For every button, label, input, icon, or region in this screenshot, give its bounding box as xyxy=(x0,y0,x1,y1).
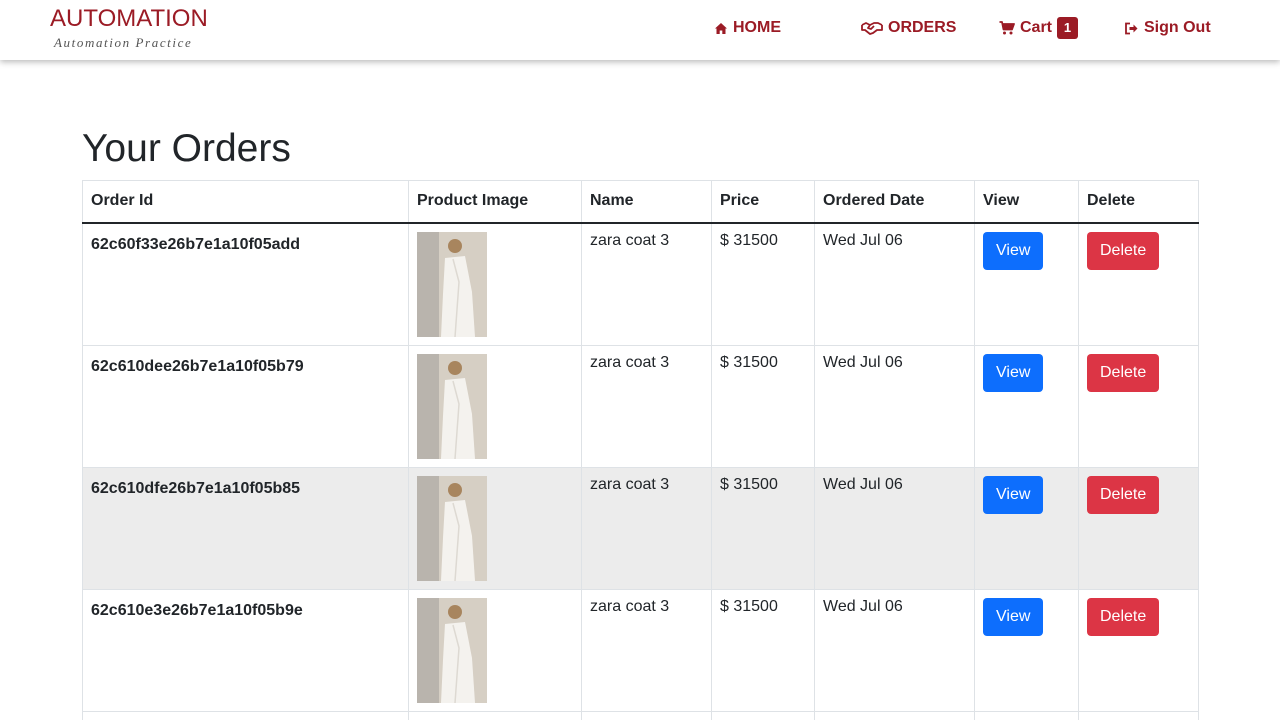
product-image-cell xyxy=(408,588,582,712)
cart-icon xyxy=(999,21,1015,35)
orders-table: Order Id Product Image Name Price Ordere… xyxy=(82,180,1199,720)
ordered-date-cell xyxy=(814,710,975,720)
delete-cell: Delete xyxy=(1078,344,1199,468)
product-image-cell xyxy=(408,466,582,590)
product-image xyxy=(417,475,487,581)
delete-button[interactable]: Delete xyxy=(1087,353,1160,392)
product-name-cell xyxy=(581,710,712,720)
ordered-date-cell: Wed Jul 06 xyxy=(814,466,975,590)
brand-title: AUTOMATION xyxy=(50,5,208,32)
header-name: Name xyxy=(581,180,712,224)
sign-out-icon xyxy=(1125,22,1138,34)
ordered-date-cell: Wed Jul 06 xyxy=(814,222,975,346)
order-id-cell: 62c610e3e26b7e1a10f05b9e xyxy=(82,588,409,712)
table-row: 62c610dfe26b7e1a10f05b85 zara coat 3 $ 3… xyxy=(82,466,1199,590)
product-image-cell xyxy=(408,222,582,346)
product-image xyxy=(417,597,487,703)
header-delete: Delete xyxy=(1078,180,1199,224)
table-row: 62c60f33e26b7e1a10f05add zara coat 3 $ 3… xyxy=(82,222,1199,346)
price-cell: $ 31500 xyxy=(711,466,815,590)
delete-cell: Delete xyxy=(1078,588,1199,712)
nav-home-label: HOME xyxy=(733,19,781,36)
ordered-date-cell: Wed Jul 06 xyxy=(814,344,975,468)
product-image-cell xyxy=(408,710,582,720)
view-cell: View xyxy=(974,222,1079,346)
product-image xyxy=(417,231,487,337)
price-cell: $ 31500 xyxy=(711,588,815,712)
view-cell xyxy=(974,710,1079,720)
delete-cell: Delete xyxy=(1078,222,1199,346)
product-name-cell: zara coat 3 xyxy=(581,588,712,712)
order-id-cell: 62c60f33e26b7e1a10f05add xyxy=(82,222,409,346)
header-ordered-date: Ordered Date xyxy=(814,180,975,224)
header-view: View xyxy=(974,180,1079,224)
navbar: AUTOMATION Automation Practice HOME ORDE… xyxy=(0,0,1280,60)
home-icon xyxy=(715,22,727,34)
nav-orders-link[interactable]: ORDERS xyxy=(861,17,956,39)
delete-cell xyxy=(1078,710,1199,720)
view-button[interactable]: View xyxy=(983,597,1044,636)
order-id-cell xyxy=(82,710,409,720)
brand-logo[interactable]: AUTOMATION Automation Practice xyxy=(50,6,208,51)
ordered-date-cell: Wed Jul 06 xyxy=(814,588,975,712)
nav-cart-link[interactable]: Cart 1 xyxy=(999,17,1079,39)
header-product-image: Product Image xyxy=(408,180,582,224)
handshake-icon xyxy=(861,22,883,35)
header-order-id: Order Id xyxy=(82,180,409,224)
nav-signout-label: Sign Out xyxy=(1144,19,1211,36)
view-cell: View xyxy=(974,344,1079,468)
delete-cell: Delete xyxy=(1078,466,1199,590)
table-row-partial xyxy=(82,710,1199,720)
price-cell: $ 31500 xyxy=(711,344,815,468)
view-button[interactable]: View xyxy=(983,353,1044,392)
table-row: 62c610e3e26b7e1a10f05b9e zara coat 3 $ 3… xyxy=(82,588,1199,712)
page-title: Your Orders xyxy=(82,127,291,170)
product-name-cell: zara coat 3 xyxy=(581,344,712,468)
price-cell: $ 31500 xyxy=(711,222,815,346)
view-cell: View xyxy=(974,588,1079,712)
order-id-cell: 62c610dfe26b7e1a10f05b85 xyxy=(82,466,409,590)
nav-home-link[interactable]: HOME xyxy=(714,17,781,39)
product-name-cell: zara coat 3 xyxy=(581,466,712,590)
table-header-row: Order Id Product Image Name Price Ordere… xyxy=(82,180,1199,224)
delete-button[interactable]: Delete xyxy=(1087,475,1160,514)
product-image xyxy=(417,353,487,459)
order-id-cell: 62c610dee26b7e1a10f05b79 xyxy=(82,344,409,468)
nav-signout-link[interactable]: Sign Out xyxy=(1124,17,1211,39)
table-row: 62c610dee26b7e1a10f05b79 zara coat 3 $ 3… xyxy=(82,344,1199,468)
delete-button[interactable]: Delete xyxy=(1087,597,1160,636)
delete-button[interactable]: Delete xyxy=(1087,231,1160,270)
view-cell: View xyxy=(974,466,1079,590)
view-button[interactable]: View xyxy=(983,475,1044,514)
view-button[interactable]: View xyxy=(983,231,1044,270)
product-name-cell: zara coat 3 xyxy=(581,222,712,346)
brand-subtitle: Automation Practice xyxy=(54,35,193,50)
nav-cart-label: Cart xyxy=(1020,19,1053,36)
header-price: Price xyxy=(711,180,815,224)
product-image-cell xyxy=(408,344,582,468)
price-cell xyxy=(711,710,815,720)
nav-orders-label: ORDERS xyxy=(888,19,957,36)
cart-count-badge: 1 xyxy=(1057,17,1079,39)
